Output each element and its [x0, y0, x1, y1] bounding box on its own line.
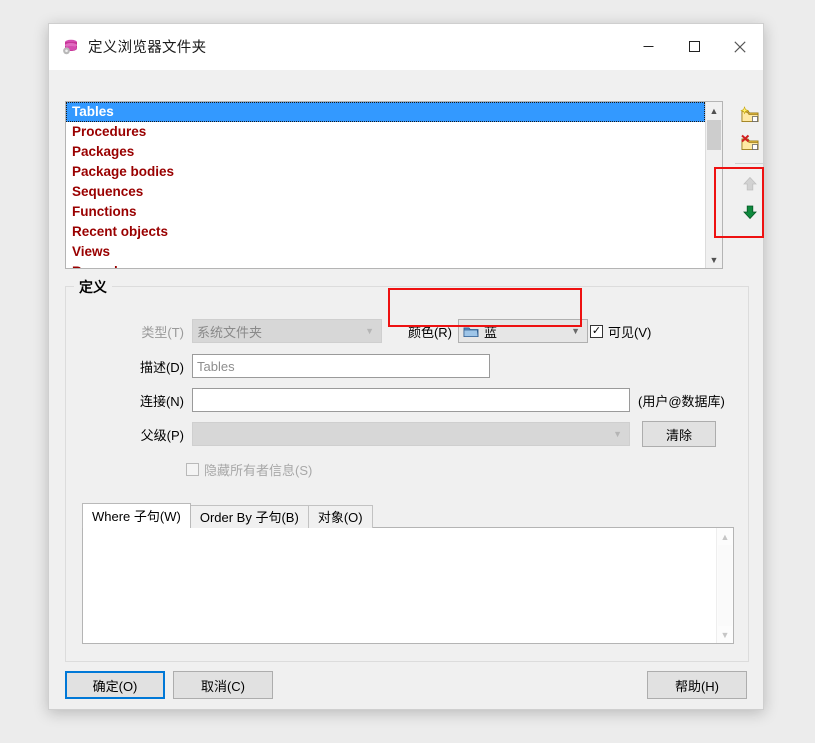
hide-owner-label: 隐藏所有者信息(S)	[204, 462, 313, 478]
scrollbar-thumb[interactable]	[707, 120, 721, 150]
list-item[interactable]: Tables	[66, 102, 705, 122]
connection-input[interactable]	[192, 388, 630, 412]
scroll-up-icon[interactable]: ▲	[706, 102, 722, 119]
folder-list[interactable]: Tables Procedures Packages Package bodie…	[65, 101, 723, 269]
clause-tabs: Where 子句(W) Order By 子句(B) 对象(O)	[82, 503, 373, 528]
delete-folder-icon	[741, 134, 759, 150]
blue-folder-icon	[463, 325, 479, 338]
description-input[interactable]: Tables	[192, 354, 490, 378]
connection-hint: (用户@数据库)	[638, 393, 725, 409]
window-controls	[625, 24, 763, 69]
move-down-button[interactable]	[733, 198, 767, 226]
clause-editor-panel: ▲ ▼	[82, 527, 734, 644]
definition-group: 定义 类型(T) 系统文件夹 ▼ 颜色(R) 蓝 ▼ ✓ 可见(V) 描述(D)…	[65, 277, 749, 662]
maximize-icon	[688, 41, 700, 52]
arrow-up-icon	[743, 176, 757, 191]
scroll-down-icon[interactable]: ▼	[717, 626, 733, 643]
connection-row: 连接(N) (用户@数据库)	[66, 388, 725, 412]
tab-objects[interactable]: 对象(O)	[307, 505, 373, 528]
list-item[interactable]: Views	[66, 242, 705, 262]
folder-list-area: Tables Procedures Packages Package bodie…	[49, 69, 765, 274]
clause-editor-input[interactable]	[83, 528, 716, 643]
close-button[interactable]	[717, 24, 763, 69]
description-row: 描述(D) Tables	[66, 354, 490, 378]
scroll-up-icon[interactable]: ▲	[717, 528, 733, 545]
list-item[interactable]: Procedures	[66, 122, 705, 142]
list-item[interactable]: Package bodies	[66, 162, 705, 182]
arrow-down-icon	[743, 205, 757, 220]
tab-where-clause[interactable]: Where 子句(W)	[82, 503, 191, 528]
type-row: 类型(T) 系统文件夹 ▼	[66, 319, 382, 343]
clear-button[interactable]: 清除	[642, 421, 716, 447]
move-arrows-group	[733, 168, 771, 226]
visible-label: 可见(V)	[608, 324, 652, 340]
database-icon	[61, 38, 79, 56]
type-combobox[interactable]: 系统文件夹 ▼	[192, 319, 382, 343]
dialog-footer: 确定(O) 取消(C) 帮助(H)	[49, 661, 763, 709]
checkbox-check-icon: ✓	[590, 324, 603, 338]
connection-label: 连接(N)	[139, 393, 184, 409]
new-folder-button[interactable]	[733, 101, 767, 129]
description-value: Tables	[197, 358, 235, 374]
ok-button[interactable]: 确定(O)	[65, 671, 165, 699]
color-label: 颜色(R)	[407, 324, 452, 340]
parent-label: 父级(P)	[140, 427, 184, 443]
toolbar-separator	[735, 163, 765, 164]
color-row: 颜色(R) 蓝 ▼	[396, 319, 588, 343]
visible-checkbox[interactable]: ✓ 可见(V)	[590, 322, 651, 341]
folder-list-items: Tables Procedures Packages Package bodie…	[66, 102, 705, 268]
chevron-down-icon: ▼	[571, 326, 580, 336]
group-title: 定义	[74, 277, 112, 297]
define-browser-folder-dialog: 定义浏览器文件夹 Tables Procedures Packages Pack…	[48, 23, 765, 710]
hide-owner-row: 隐藏所有者信息(S)	[186, 457, 312, 481]
hide-owner-checkbox[interactable]: 隐藏所有者信息(S)	[186, 460, 312, 479]
tab-order-by-clause[interactable]: Order By 子句(B)	[189, 505, 309, 528]
checkbox-icon	[186, 462, 199, 476]
close-icon	[734, 40, 746, 53]
chevron-down-icon: ▼	[365, 326, 374, 336]
description-label: 描述(D)	[139, 359, 184, 375]
move-up-button[interactable]	[733, 170, 767, 198]
new-folder-icon	[740, 106, 759, 122]
list-item[interactable]: Remarks ...	[66, 262, 705, 268]
type-label: 类型(T)	[141, 324, 184, 340]
visible-row: ✓ 可见(V)	[590, 319, 651, 343]
list-item[interactable]: Functions	[66, 202, 705, 222]
color-combobox[interactable]: 蓝 ▼	[458, 319, 588, 343]
folder-list-scrollbar[interactable]: ▲ ▼	[705, 102, 722, 268]
parent-combobox[interactable]: ▼	[192, 422, 630, 446]
folder-toolbar	[733, 101, 771, 226]
cancel-button[interactable]: 取消(C)	[173, 671, 273, 699]
minimize-icon	[643, 46, 653, 47]
color-value: 蓝	[484, 324, 498, 340]
title-bar: 定义浏览器文件夹	[49, 24, 763, 70]
window-title: 定义浏览器文件夹	[88, 40, 207, 56]
list-item[interactable]: Recent objects	[66, 222, 705, 242]
list-item[interactable]: Packages	[66, 142, 705, 162]
editor-scrollbar[interactable]: ▲ ▼	[716, 528, 733, 643]
delete-folder-button[interactable]	[733, 129, 767, 157]
parent-row: 父级(P) ▼ 清除	[66, 421, 716, 447]
scroll-down-icon[interactable]: ▼	[706, 251, 722, 268]
minimize-button[interactable]	[625, 24, 671, 69]
help-button[interactable]: 帮助(H)	[647, 671, 747, 699]
scrollbar-track[interactable]	[718, 545, 732, 626]
chevron-down-icon: ▼	[613, 429, 622, 439]
maximize-button[interactable]	[671, 24, 717, 69]
list-item[interactable]: Sequences	[66, 182, 705, 202]
type-value: 系统文件夹	[197, 324, 263, 340]
